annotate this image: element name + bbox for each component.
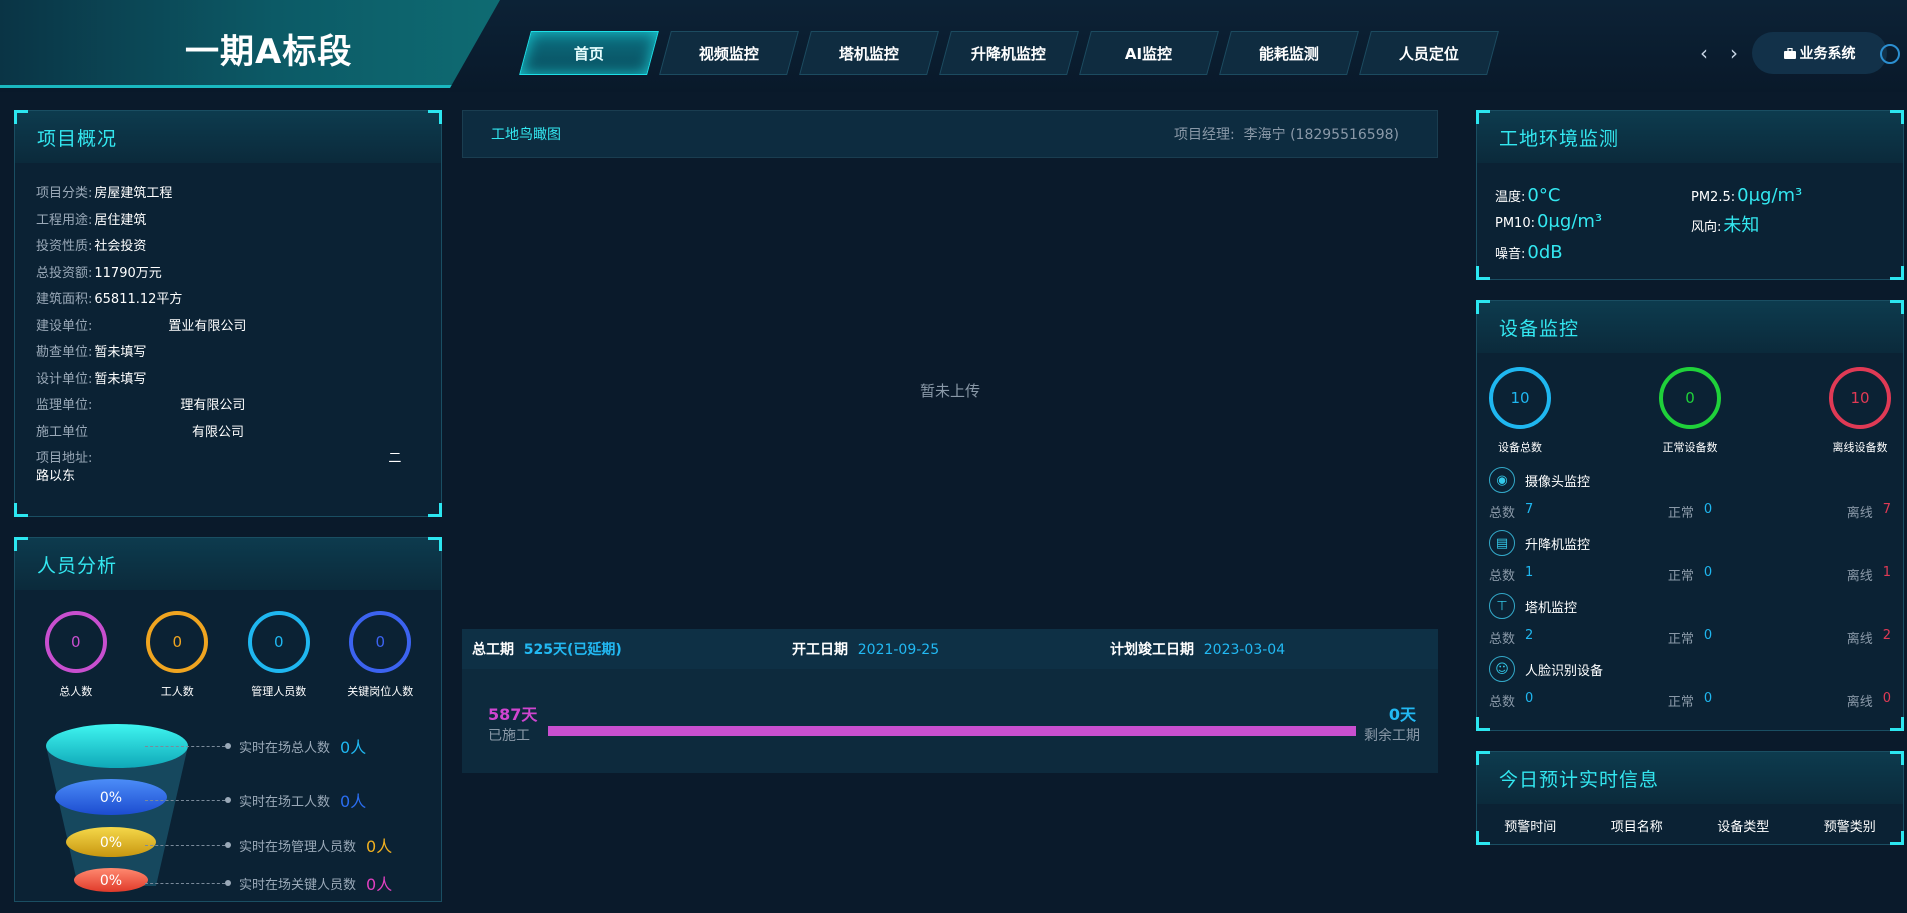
manager-info: 项目经理: 李海宁 (18295516598)	[1174, 127, 1399, 143]
progress-track	[548, 726, 1356, 736]
tab-energy[interactable]: 能耗监测	[1219, 31, 1359, 75]
device-stats: 总数 7 正常 0 离线 7	[1489, 502, 1891, 521]
start-date: 开工日期 2021-09-25	[792, 642, 940, 658]
plan-end-date: 计划竣工日期 2023-03-04	[1110, 642, 1286, 658]
tab-tower-crane[interactable]: 塔机监控	[799, 31, 939, 75]
briefcase-icon	[1783, 47, 1796, 59]
device-group-face-id[interactable]: ☺ 人脸识别设备	[1489, 654, 1903, 684]
overview-row: 施工单位 有限公司	[36, 424, 245, 440]
tab-personnel-location[interactable]: 人员定位	[1359, 31, 1499, 75]
elevator-icon: ▤	[1489, 530, 1515, 556]
funnel-row-managers: 实时在场管理人员数 0人	[145, 833, 392, 857]
device-group-camera[interactable]: ◉ 摄像头监控	[1489, 465, 1903, 495]
stat-device-offline: 10 离线设备数	[1817, 367, 1903, 455]
empty-placeholder: 暂未上传	[920, 382, 981, 400]
column-header: 设备类型	[1717, 820, 1770, 835]
nav-arrows: ‹ ›	[1700, 41, 1738, 65]
panel-title: 项目概况	[15, 111, 441, 163]
tower-crane-icon: ⊤	[1489, 593, 1515, 619]
overview-row: 项目地址: 二	[36, 451, 402, 466]
chevron-left-icon[interactable]: ‹	[1700, 41, 1708, 65]
tab-video-monitor[interactable]: 视频监控	[659, 31, 799, 75]
user-avatar-icon[interactable]	[1880, 44, 1900, 64]
funnel-pct: 0%	[100, 835, 122, 851]
main-nav: 首页 视频监控 塔机监控 升降机监控 AI监控 能耗监测 人员定位	[519, 31, 1505, 75]
device-stats: 总数 1 正常 0 离线 1	[1489, 565, 1891, 584]
app-title: 一期A标段	[185, 32, 353, 72]
business-system-button[interactable]: 业务系统	[1752, 32, 1887, 74]
panel-title: 设备监控	[1477, 301, 1903, 353]
overview-row: 监理单位: 理有限公司	[36, 398, 246, 413]
tab-ai-monitor[interactable]: AI监控	[1079, 31, 1219, 75]
funnel-pct: 0%	[100, 873, 122, 889]
funnel-row-workers: 实时在场工人数 0人	[145, 788, 366, 812]
funnel-row-key: 实时在场关键人员数 0人	[145, 871, 392, 895]
device-group-elevator[interactable]: ▤ 升降机监控	[1489, 528, 1903, 558]
stat-device-total: 10 设备总数	[1477, 367, 1563, 455]
overview-row: 总投资额: 11790万元	[36, 265, 162, 281]
face-id-icon: ☺	[1489, 656, 1515, 682]
column-header: 项目名称	[1610, 820, 1663, 835]
environment-grid: 温度: 0°C PM2.5: 0μg/m³ PM10: 0μg/m³ 风向: 未知 噪音…	[1477, 163, 1903, 263]
device-stats: 总数 2 正常 0 离线 2	[1489, 628, 1891, 647]
overview-row: 工程用途: 居住建筑	[36, 212, 147, 228]
stat-total-people: 0 总人数	[31, 611, 121, 699]
environment-panel: 工地环境监测 温度: 0°C PM2.5: 0μg/m³ PM10: 0μg/m³ 风…	[1476, 110, 1904, 280]
total-period: 总工期 525天(已延期)	[472, 642, 622, 658]
period-bar: 总工期 525天(已延期) 开工日期 2021-09-25 计划竣工日期 202…	[462, 629, 1438, 669]
env-wind: 风向: 未知	[1691, 215, 1760, 236]
env-pm25: PM2.5: 0μg/m³	[1691, 185, 1803, 206]
overview-list: 项目分类: 房屋建筑工程 工程用途: 居住建筑 投资性质: 社会投资 总投资额: 117…	[15, 163, 441, 485]
top-bar: 一期A标段 首页 视频监控 塔机监控 升降机监控 AI监控 能耗监测 人员定位 …	[0, 0, 1907, 92]
overview-row: 路以东	[36, 469, 76, 484]
birdseye-header: 工地鸟瞰图 项目经理: 李海宁 (18295516598)	[462, 110, 1438, 158]
env-temperature: 温度: 0°C	[1495, 185, 1561, 206]
column-header: 预警类别	[1823, 820, 1876, 835]
device-summary: 10 设备总数 0 正常设备数 10 离线设备数	[1477, 353, 1903, 455]
remaining-label: 剩余工期	[1364, 728, 1420, 744]
alarm-table-header: 预警时间 项目名称 设备类型 预警类别	[1477, 804, 1903, 835]
remaining-days: 0天	[1388, 705, 1416, 724]
personnel-circles: 0 总人数 0 工人数 0 管理人员数 0 关键岗位人数	[15, 611, 441, 699]
overview-row: 建筑面积: 65811.12平方	[36, 292, 183, 307]
camera-icon: ◉	[1489, 467, 1515, 493]
overview-row: 勘查单位: 暂未填写	[36, 345, 147, 360]
tab-home[interactable]: 首页	[519, 31, 659, 75]
alarm-panel: 今日预计实时信息 预警时间 项目名称 设备类型 预警类别	[1476, 751, 1904, 845]
env-noise: 噪音: 0dB	[1495, 242, 1563, 263]
project-overview-panel: 项目概况 项目分类: 房屋建筑工程 工程用途: 居住建筑 投资性质: 社会投资 总投资…	[14, 110, 442, 517]
progress-fill	[548, 726, 1356, 736]
funnel-pct: 0%	[100, 790, 122, 806]
overview-row: 项目分类: 房屋建筑工程	[36, 186, 173, 201]
stat-workers: 0 工人数	[132, 611, 222, 699]
panel-title: 今日预计实时信息	[1477, 752, 1903, 804]
device-groups: ◉ 摄像头监控 总数 7 正常 0 离线 7 ▤ 升降机监控 总数 1 正常 0 离线 1 ⊤ 塔…	[1477, 465, 1903, 717]
device-stats: 总数 0 正常 0 离线 0	[1489, 691, 1891, 710]
chevron-right-icon[interactable]: ›	[1730, 41, 1738, 65]
overview-row: 投资性质: 社会投资	[36, 239, 147, 254]
tab-elevator[interactable]: 升降机监控	[939, 31, 1079, 75]
env-pm10: PM10: 0μg/m³	[1495, 211, 1603, 232]
device-group-tower-crane[interactable]: ⊤ 塔机监控	[1489, 591, 1903, 621]
built-days: 587天	[488, 705, 538, 724]
funnel-row-total: 实时在场总人数 0人	[145, 734, 366, 758]
overview-row: 设计单位: 暂未填写	[36, 371, 147, 387]
birdseye-title: 工地鸟瞰图	[491, 127, 561, 143]
built-label: 已施工	[488, 728, 530, 744]
column-header: 预警时间	[1504, 820, 1557, 835]
stat-managers: 0 管理人员数	[234, 611, 324, 699]
panel-title: 人员分析	[15, 538, 441, 590]
stat-device-normal: 0 正常设备数	[1647, 367, 1733, 455]
stat-key-positions: 0 关键岗位人数	[335, 611, 425, 699]
overview-row: 建设单位: 置业有限公司	[36, 318, 247, 334]
device-monitor-panel: 设备监控 10 设备总数 0 正常设备数 10 离线设备数 ◉ 摄像头监控 总数 7…	[1476, 300, 1904, 731]
panel-title: 工地环境监测	[1477, 111, 1903, 163]
progress-box: 587天 已施工 0天 剩余工期	[462, 669, 1438, 773]
